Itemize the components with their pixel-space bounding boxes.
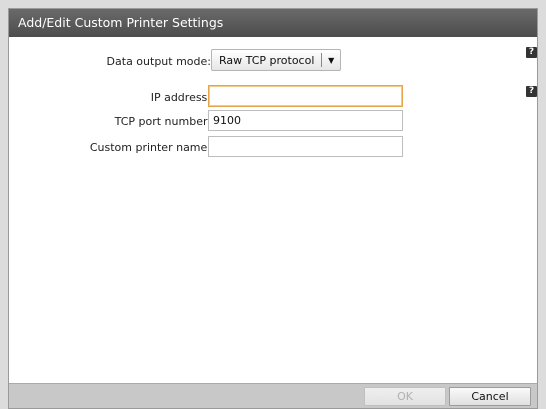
ok-button[interactable]: OK: [364, 387, 446, 406]
output-mode-value: Raw TCP protocol: [219, 53, 315, 67]
ip-address-label: IP address:: [150, 91, 211, 104]
dialog-footer: OK Cancel: [9, 383, 537, 408]
tcp-port-label: TCP port number:: [114, 115, 211, 128]
cancel-button[interactable]: Cancel: [449, 387, 531, 406]
output-mode-label: Data output mode:: [106, 55, 211, 68]
custom-printer-dialog: Add/Edit Custom Printer Settings Data ou…: [8, 8, 538, 409]
dialog-title: Add/Edit Custom Printer Settings: [9, 9, 537, 37]
output-mode-dropdown[interactable]: Raw TCP protocol ▼: [211, 49, 341, 71]
tcp-port-input[interactable]: 9100: [208, 110, 403, 131]
chevron-down-icon: ▼: [328, 55, 335, 65]
ip-address-input[interactable]: [208, 85, 403, 107]
help-icon[interactable]: ?: [526, 86, 537, 97]
help-icon[interactable]: ?: [526, 47, 537, 58]
printer-name-input[interactable]: [208, 136, 403, 157]
printer-name-label: Custom printer name:: [89, 141, 211, 154]
